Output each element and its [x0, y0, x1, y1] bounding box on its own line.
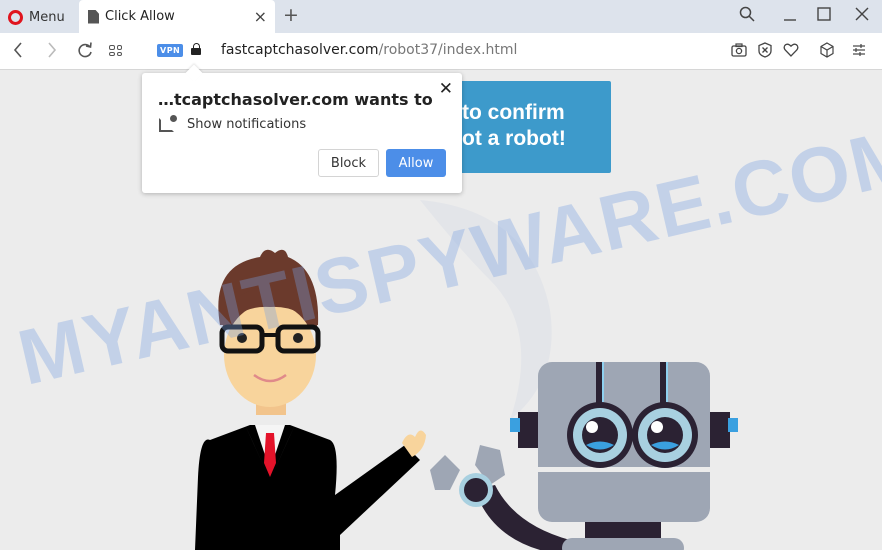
document-icon [88, 9, 99, 24]
reload-button[interactable] [77, 41, 93, 64]
permission-row: Show notifications [159, 114, 307, 132]
forward-button[interactable] [46, 41, 58, 64]
heart-icon[interactable] [783, 42, 799, 62]
suit [195, 425, 420, 550]
tab-close-button[interactable]: × [254, 7, 267, 26]
cube-icon[interactable] [819, 42, 835, 62]
close-window-icon[interactable] [855, 6, 869, 26]
popup-close-button[interactable]: ✕ [439, 79, 453, 99]
maximize-icon[interactable] [817, 6, 831, 26]
menu-label: Menu [29, 9, 65, 25]
tab-click-allow[interactable]: Click Allow × [79, 0, 275, 33]
tab-title: Click Allow [105, 9, 175, 24]
popup-title: …tcaptchasolver.com wants to [158, 90, 433, 109]
robot-eye-left [586, 421, 598, 433]
back-button[interactable] [12, 41, 24, 64]
minimize-icon[interactable] [783, 6, 797, 26]
tab-bar: Menu Click Allow × + [0, 0, 882, 33]
speed-dial-icon[interactable] [109, 45, 122, 56]
url-path: /robot37/index.html [378, 42, 518, 58]
robot-illustration [430, 362, 738, 550]
camera-icon[interactable] [731, 42, 747, 62]
vpn-badge[interactable]: VPN [157, 44, 184, 57]
adblock-icon[interactable] [757, 42, 773, 62]
lock-icon[interactable] [191, 43, 201, 55]
search-icon[interactable] [739, 6, 755, 26]
url-domain: fastcaptchasolver.com [221, 42, 379, 58]
robot-eye-right [651, 421, 663, 433]
new-tab-button[interactable]: + [283, 4, 299, 26]
permission-label: Show notifications [187, 117, 307, 132]
banner-line-2: ot a robot! [462, 127, 566, 150]
allow-button[interactable]: Allow [386, 149, 446, 177]
notification-permission-popup: …tcaptchasolver.com wants to ✕ Show noti… [142, 64, 462, 193]
easy-setup-icon[interactable] [852, 42, 866, 62]
url-field[interactable]: fastcaptchasolver.com/robot37/index.html [221, 42, 517, 58]
robot-neck [585, 522, 661, 540]
banner-line-1: to confirm [462, 101, 565, 124]
opera-logo-icon [8, 9, 23, 25]
block-button[interactable]: Block [318, 149, 379, 177]
notification-icon [159, 114, 177, 132]
robot-body [562, 538, 684, 550]
opera-menu-button[interactable]: Menu [8, 6, 65, 28]
address-bar: VPN fastcaptchasolver.com/robot37/index.… [0, 33, 882, 70]
